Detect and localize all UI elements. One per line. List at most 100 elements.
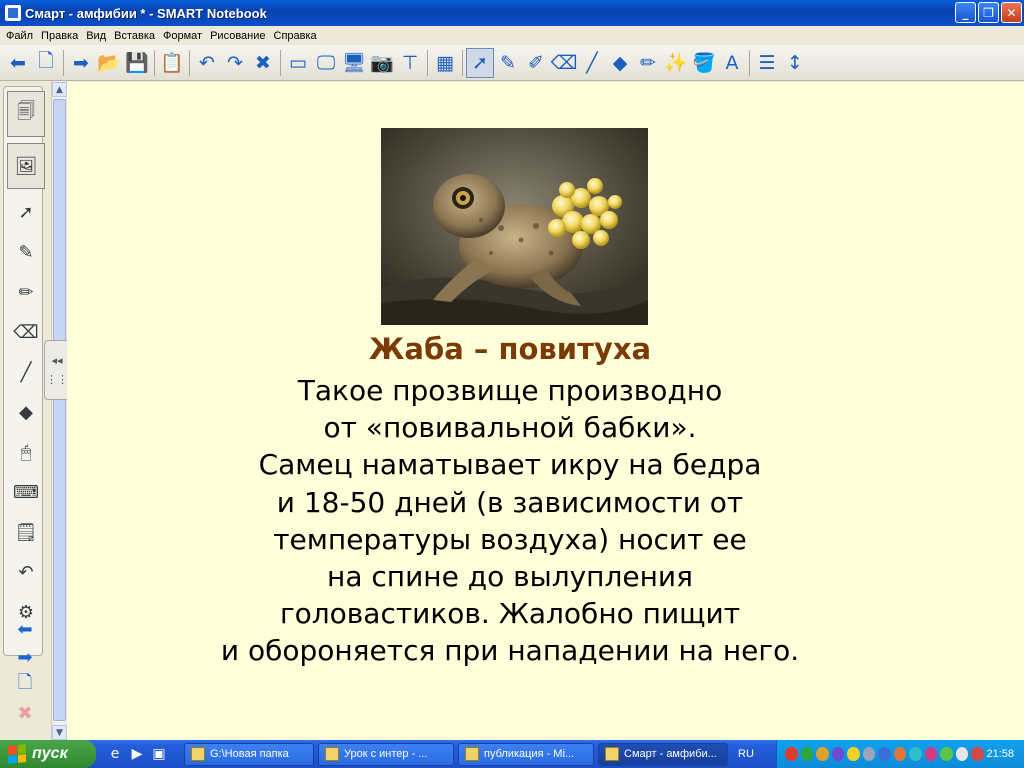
menu-format[interactable]: Формат — [159, 30, 206, 42]
screen-capture-button[interactable]: 📷 — [368, 48, 396, 78]
document-camera-button[interactable]: ⊤ — [396, 48, 424, 78]
eraser-button[interactable]: ⌫ — [550, 48, 578, 78]
media-player-icon[interactable]: ▶ — [128, 745, 146, 763]
pen-tool-button[interactable]: ✎ — [9, 235, 43, 269]
select-tool-button[interactable]: ➚ — [9, 195, 43, 229]
tray-app-icon[interactable] — [971, 747, 984, 761]
open-folder-button[interactable]: 📂 — [95, 48, 123, 78]
recognition-button[interactable]: 🗒 — [9, 515, 43, 549]
menu-view[interactable]: Вид — [82, 30, 110, 42]
dual-page-button[interactable]: 🖥 — [340, 48, 368, 78]
magic-pen-icon: ✏ — [640, 51, 656, 74]
shape-tool-button[interactable]: ◆ — [9, 395, 43, 429]
paste-button[interactable]: 📋 — [158, 48, 186, 78]
text-button[interactable]: A — [718, 48, 746, 78]
select-button[interactable]: ➚ — [466, 47, 494, 78]
app-icon — [605, 747, 619, 761]
text-icon: A — [725, 51, 739, 74]
tray-app-icon[interactable] — [924, 747, 937, 761]
undo-button[interactable]: ↶ — [193, 48, 221, 78]
creative-pen-icon: ✐ — [528, 51, 544, 74]
page-sorter-button[interactable]: 🗐 — [7, 91, 45, 137]
tray-app-icon[interactable] — [800, 747, 813, 761]
internet-explorer-icon[interactable]: e — [106, 745, 124, 763]
save-button[interactable]: 💾 — [123, 48, 151, 78]
clock[interactable]: 21:58 — [987, 748, 1015, 760]
close-button[interactable]: ✕ — [1001, 2, 1022, 23]
menu-help[interactable]: Справка — [270, 30, 321, 42]
delete-button[interactable]: ✖ — [249, 48, 277, 78]
task-buttons: G:\Новая папка Урок с интер - ... публикац… — [184, 742, 732, 766]
tray-app-icon[interactable] — [816, 747, 829, 761]
screen-shade-button[interactable]: ▭ — [284, 48, 312, 78]
shape-recognition-pen-button[interactable]: ✨ — [662, 48, 690, 78]
forward-button[interactable]: ➡ — [67, 48, 95, 78]
keyboard-button[interactable]: ⌨ — [9, 475, 43, 509]
taskbar-button[interactable]: публикация - Mi... — [458, 742, 594, 766]
select-tool-icon: ➚ — [18, 201, 34, 223]
menu-insert[interactable]: Вставка — [110, 30, 159, 42]
table-button[interactable]: ▦ — [431, 48, 459, 78]
line-tool-icon: ╱ — [20, 361, 32, 383]
toad-photo[interactable] — [381, 128, 648, 325]
app-icon — [465, 747, 479, 761]
highlighter-tool-button[interactable]: ✏ — [9, 275, 43, 309]
tray-app-icon[interactable] — [940, 747, 953, 761]
start-button[interactable]: пуск — [0, 740, 96, 768]
open-folder-icon: 📂 — [97, 52, 121, 74]
full-screen-button[interactable]: 🖵 — [312, 48, 340, 78]
previous-page-icon: ⬅ — [17, 618, 33, 640]
tray-app-icon[interactable] — [862, 747, 875, 761]
properties-button[interactable]: ☰ — [753, 48, 781, 78]
line-tool-button[interactable]: ╱ — [9, 355, 43, 389]
undo-icon: ↶ — [199, 51, 215, 74]
gallery-button[interactable]: 🖼 — [7, 143, 45, 189]
undo-button[interactable]: ↶ — [9, 555, 43, 589]
windows-flag-icon — [8, 744, 26, 764]
add-page-button[interactable]: 🗋 — [12, 672, 38, 696]
back-button[interactable]: ⬅ — [4, 48, 32, 78]
taskbar-button[interactable]: Урок с интер - ... — [318, 742, 454, 766]
tray-app-icon[interactable] — [831, 747, 844, 761]
previous-page-button[interactable]: ⬅ — [12, 618, 38, 640]
menu-draw[interactable]: Рисование — [206, 30, 269, 42]
scrollbar-thumb[interactable] — [53, 99, 66, 721]
line-button[interactable]: ╱ — [578, 48, 606, 78]
tray-app-icon[interactable] — [785, 747, 798, 761]
new-page-button[interactable]: 🗋 — [32, 48, 60, 78]
taskbar-button-label: публикация - Mi... — [484, 748, 575, 760]
show-desktop-icon[interactable]: ▣ — [150, 745, 168, 763]
scroll-up-button[interactable]: ▲ — [52, 82, 67, 97]
next-page-button[interactable]: ➡ — [12, 646, 38, 668]
tray-app-icon[interactable] — [955, 747, 968, 761]
redo-button[interactable]: ↷ — [221, 48, 249, 78]
language-indicator[interactable]: RU — [738, 748, 774, 760]
fill-button[interactable]: 🪣 — [690, 48, 718, 78]
slide-body-text[interactable]: Такое прозвище производно от «повивально… — [67, 372, 953, 670]
scroll-down-button[interactable]: ▼ — [52, 725, 67, 740]
creative-pen-button[interactable]: ✐ — [522, 48, 550, 78]
shapes-button[interactable]: ◆ — [606, 48, 634, 78]
tray-app-icon[interactable] — [847, 747, 860, 761]
tray-app-icon[interactable] — [893, 747, 906, 761]
taskbar-button[interactable]: G:\Новая папка — [184, 742, 314, 766]
tray-app-icon[interactable] — [878, 747, 891, 761]
taskbar-button[interactable]: Смарт - амфиби... — [598, 742, 728, 766]
eraser-tool-button[interactable]: ⌫ — [9, 315, 43, 349]
slide-heading[interactable]: Жаба – повитуха — [67, 332, 953, 366]
tray-app-icon[interactable] — [909, 747, 922, 761]
magic-pen-button[interactable]: ✏ — [634, 48, 662, 78]
body-line: от «повивальной бабки». — [323, 411, 697, 445]
move-toolbar-button[interactable]: ↕ — [781, 48, 809, 78]
minimize-button[interactable]: _ — [955, 2, 976, 23]
vertical-scrollbar[interactable]: ▲ ▼ — [51, 82, 67, 740]
delete-page-button[interactable]: ✖ — [12, 702, 38, 724]
pen-button[interactable]: ✎ — [494, 48, 522, 78]
slide-canvas[interactable]: Жаба – повитуха Такое прозвище производн… — [67, 82, 1024, 740]
taskbar-button-label: Смарт - амфиби... — [624, 748, 717, 760]
mouse-tool-button[interactable]: 🖱 — [9, 435, 43, 469]
line-icon: ╱ — [586, 51, 598, 74]
restore-button[interactable]: ❐ — [978, 2, 999, 23]
menu-file[interactable]: Файл — [2, 30, 37, 42]
menu-edit[interactable]: Правка — [37, 30, 82, 42]
